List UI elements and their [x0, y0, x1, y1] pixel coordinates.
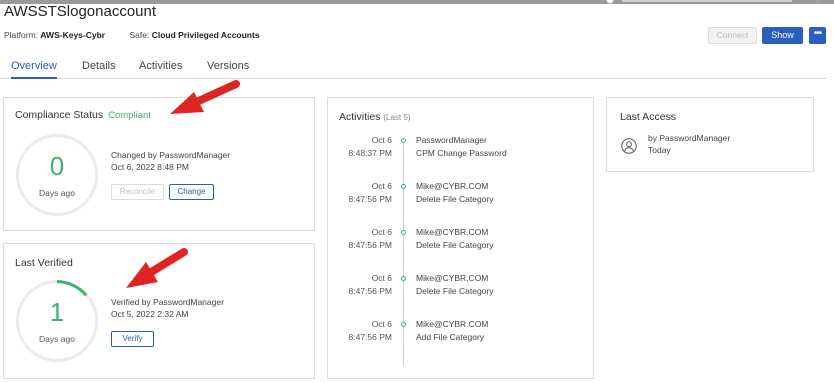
changed-by: Changed by PasswordManager: [111, 150, 231, 160]
verified-date: Oct 5, 2022 2:32 AM: [111, 309, 189, 319]
activity-item: Oct 6 8:48:37 PM PasswordManager CPM Cha…: [328, 134, 592, 164]
change-button[interactable]: Change: [169, 184, 214, 200]
compliance-title-text: Compliance Status: [15, 109, 104, 121]
activity-date: Oct 6 8:47:56 PM: [349, 272, 392, 298]
activity-time: 8:47:56 PM: [348, 332, 392, 342]
close-icon[interactable]: ✕: [814, 0, 823, 6]
verified-by: Verified by PasswordManager: [111, 297, 224, 307]
activity-item: Oct 6 8:47:56 PM Mike@CYBR.COM Delete Fi…: [328, 226, 592, 256]
activity-user: Mike@CYBR.COM: [416, 319, 489, 329]
activity-time: 8:47:56 PM: [348, 194, 392, 204]
top-faint-toolbar: ✕: [604, 0, 834, 6]
platform-value: AWS-Keys-Cybr: [40, 30, 106, 40]
faint-circle-icon: [606, 0, 614, 4]
activity-item: Oct 6 8:47:56 PM Mike@CYBR.COM Delete Fi…: [328, 272, 592, 302]
safe-value: Cloud Privileged Accounts: [151, 30, 260, 40]
more-options-button[interactable]: •••: [809, 27, 826, 44]
annotation-arrow-icon: [170, 80, 240, 114]
activities-card: Activities (Last 5) Oct 6 8:48:37 PM Pas…: [327, 97, 594, 379]
activity-day: Oct 6: [371, 319, 392, 329]
verified-days-label: Days ago: [39, 334, 75, 344]
timeline-dot-icon: [401, 230, 406, 235]
activity-item: Oct 6 8:47:56 PM Mike@CYBR.COM Delete Fi…: [328, 180, 592, 210]
platform-label: Platform:: [4, 30, 39, 40]
changed-info: Changed by PasswordManager Oct 6, 2022 8…: [111, 149, 230, 173]
activity-action: Add File Category: [416, 332, 485, 342]
tab-versions[interactable]: Versions: [207, 57, 249, 79]
safe-label: Safe:: [129, 30, 150, 40]
activity-user: Mike@CYBR.COM: [416, 181, 489, 191]
page-title: AWSSTSlogonaccount: [4, 3, 157, 20]
activity-desc: Mike@CYBR.COM Delete File Category: [416, 180, 493, 206]
activity-action: Delete File Category: [416, 240, 494, 250]
activity-item: Oct 6 8:47:56 PM Mike@CYBR.COM Add File …: [328, 318, 592, 348]
last-access-by: by PasswordManager: [648, 133, 731, 143]
last-access-card: Last Access by PasswordManager Today: [606, 97, 814, 172]
connect-button[interactable]: Connect: [708, 27, 757, 44]
activity-day: Oct 6: [371, 135, 392, 145]
activity-desc: Mike@CYBR.COM Delete File Category: [416, 272, 493, 298]
activity-user: Mike@CYBR.COM: [416, 227, 489, 237]
activity-day: Oct 6: [371, 273, 392, 283]
changed-date: Oct 6, 2022 8:48 PM: [111, 162, 189, 172]
days-label: Days ago: [39, 188, 75, 198]
activity-date: Oct 6 8:47:56 PM: [349, 318, 392, 344]
days-count: 0: [49, 151, 65, 181]
activity-action: Delete File Category: [416, 194, 494, 204]
user-icon: [621, 138, 637, 154]
activity-action: CPM Change Password: [416, 148, 507, 158]
timeline-dot-icon: [401, 138, 406, 143]
activity-day: Oct 6: [371, 181, 392, 191]
activities-title-text: Activities: [339, 111, 381, 123]
verified-info: Verified by PasswordManager Oct 5, 2022 …: [111, 296, 224, 320]
verified-days-ring: 1 Days ago: [16, 280, 98, 362]
verify-button[interactable]: Verify: [111, 331, 154, 347]
activities-subtitle: (Last 5): [383, 113, 411, 122]
activity-day: Oct 6: [371, 227, 392, 237]
days-ago-ring: 0 Days ago: [16, 134, 98, 216]
activity-date: Oct 6 8:48:37 PM: [349, 134, 392, 160]
tab-overview[interactable]: Overview: [11, 57, 57, 79]
tab-activities[interactable]: Activities: [139, 57, 182, 79]
timeline-dot-icon: [401, 184, 406, 189]
activity-user: Mike@CYBR.COM: [416, 273, 489, 283]
activity-desc: PasswordManager CPM Change Password: [416, 134, 507, 160]
activity-time: 8:47:56 PM: [348, 286, 392, 296]
faint-bar: [622, 0, 792, 2]
last-access-when: Today: [648, 145, 671, 155]
activity-desc: Mike@CYBR.COM Add File Category: [416, 318, 488, 344]
show-button[interactable]: Show: [762, 27, 803, 44]
activity-time: 8:48:37 PM: [348, 148, 392, 158]
compliance-title: Compliance Status Compliant: [15, 109, 151, 121]
tab-details[interactable]: Details: [82, 57, 116, 79]
activity-desc: Mike@CYBR.COM Delete File Category: [416, 226, 493, 252]
activity-time: 8:47:56 PM: [348, 240, 392, 250]
last-verified-title: Last Verified: [15, 257, 73, 269]
last-access-info: by PasswordManager Today: [648, 132, 730, 156]
timeline-dot-icon: [401, 322, 406, 327]
activity-user: PasswordManager: [416, 135, 487, 145]
activity-date: Oct 6 8:47:56 PM: [349, 226, 392, 252]
reconcile-button[interactable]: Reconcile: [111, 184, 164, 200]
activity-date: Oct 6 8:47:56 PM: [349, 180, 392, 206]
account-meta: Platform: AWS-Keys-Cybr Safe: Cloud Priv…: [4, 30, 260, 40]
verified-days-count: 1: [49, 297, 65, 327]
tab-bar: Overview Details Activities Versions: [0, 57, 826, 79]
activities-title: Activities (Last 5): [339, 111, 410, 123]
compliance-status-card: Compliance Status Compliant 0 Days ago Ch…: [3, 97, 315, 231]
activity-action: Delete File Category: [416, 286, 494, 296]
compliance-status-badge: Compliant: [108, 110, 151, 121]
last-access-title: Last Access: [620, 111, 677, 123]
annotation-arrow-icon: [126, 248, 188, 288]
timeline-dot-icon: [401, 276, 406, 281]
